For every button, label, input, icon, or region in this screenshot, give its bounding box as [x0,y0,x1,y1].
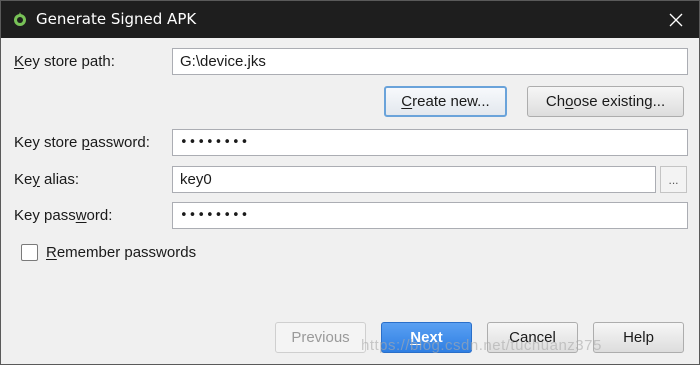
browse-alias-button[interactable]: ... [660,166,687,193]
next-button[interactable]: Next [381,322,472,353]
cancel-button[interactable]: Cancel [487,322,578,353]
key-store-path-field[interactable]: G:\device.jks [172,48,688,75]
title-bar: Generate Signed APK [1,1,699,38]
close-button[interactable] [653,1,699,38]
key-password-label: Key password: [14,207,113,224]
key-store-path-label: Key store path: [14,53,115,70]
close-icon [669,13,683,26]
dialog-content: Key store path: G:\device.jks Create new… [1,38,699,364]
remember-passwords-checkbox[interactable] [21,244,38,261]
window-title: Generate Signed APK [36,10,197,28]
key-password-field[interactable]: •••••••• [172,202,688,229]
create-new-button[interactable]: Create new... [384,86,507,117]
key-alias-label: Key alias: [14,171,80,188]
dialog-window: Generate Signed APK Key store path: G:\d… [0,0,700,365]
choose-existing-button[interactable]: Ch o ose existing... [527,86,684,117]
help-button[interactable]: Help [593,322,684,353]
android-studio-icon [14,12,26,26]
key-alias-field[interactable]: key0 [172,166,656,193]
previous-button[interactable]: Previous [275,322,366,353]
key-store-password-field[interactable]: •••••••• [172,129,688,156]
key-store-password-label: Key store password: [14,134,150,151]
remember-passwords-label[interactable]: Remember passwords [46,244,196,261]
